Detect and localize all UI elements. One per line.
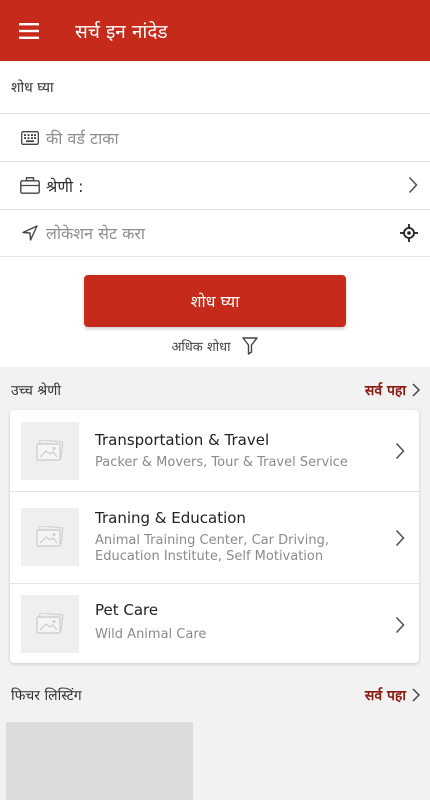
category-subtitle: Wild Animal Care bbox=[95, 627, 207, 642]
category-label: श्रेणी : bbox=[46, 176, 84, 196]
top-categories-title: उच्च श्रेणी bbox=[11, 382, 61, 399]
search-section-label: शोध घ्या bbox=[11, 80, 54, 96]
category-selector[interactable]: श्रेणी : bbox=[0, 161, 430, 209]
category-thumbnail bbox=[21, 508, 79, 566]
chevron-right-icon bbox=[412, 688, 420, 702]
category-title: Traning & Education bbox=[95, 509, 246, 527]
location-placeholder: लोकेशन सेट करा bbox=[46, 224, 146, 243]
see-all-categories-link[interactable]: सर्व पहा bbox=[365, 381, 420, 400]
location-field[interactable]: लोकेशन सेट करा bbox=[0, 209, 430, 257]
keyword-field[interactable]: की वर्ड टाका bbox=[0, 113, 430, 161]
search-button[interactable]: शोध घ्या bbox=[84, 275, 346, 327]
crosshair-icon bbox=[400, 224, 418, 242]
category-item[interactable]: Pet Care Wild Animal Care bbox=[10, 584, 419, 663]
chevron-right-icon bbox=[412, 383, 420, 397]
chevron-right-icon bbox=[395, 616, 405, 634]
top-categories-header: उच्च श्रेणी सर्व पहा bbox=[0, 375, 430, 405]
featured-listing-thumbnail[interactable] bbox=[6, 722, 193, 800]
keyboard-icon bbox=[21, 130, 39, 145]
featured-header: फिचर लिस्टिंग सर्व पहा bbox=[0, 680, 430, 710]
category-thumbnail bbox=[21, 422, 79, 480]
featured-title: फिचर लिस्टिंग bbox=[11, 687, 82, 704]
chevron-right-icon bbox=[408, 176, 418, 194]
category-title: Pet Care bbox=[95, 601, 159, 619]
keyword-placeholder: की वर्ड टाका bbox=[46, 128, 119, 148]
chevron-right-icon bbox=[395, 442, 405, 460]
image-placeholder-icon bbox=[36, 613, 64, 634]
chevron-right-icon bbox=[395, 529, 405, 547]
briefcase-icon bbox=[20, 177, 40, 194]
see-all-label: सर्व पहा bbox=[364, 382, 406, 399]
app-bar: सर्च इन नांदेड bbox=[0, 0, 430, 61]
category-thumbnail bbox=[21, 595, 79, 653]
category-title: Transportation & Travel bbox=[95, 431, 270, 449]
category-chevron bbox=[408, 176, 418, 198]
image-placeholder-icon bbox=[36, 440, 64, 461]
app-title: सर्च इन नांदेड bbox=[75, 20, 168, 43]
advanced-search-label: अधिक शोधा bbox=[171, 340, 231, 355]
image-placeholder-icon bbox=[36, 526, 64, 547]
category-subtitle: Animal Training Center, Car Driving, Edu… bbox=[95, 533, 329, 564]
see-all-label: सर्व पहा bbox=[364, 687, 406, 704]
navigation-arrow-icon bbox=[22, 225, 38, 241]
category-item[interactable]: Traning & Education Animal Training Cent… bbox=[10, 492, 419, 584]
current-location-button[interactable] bbox=[400, 224, 418, 246]
menu-icon bbox=[19, 22, 39, 39]
see-all-featured-link[interactable]: सर्व पहा bbox=[365, 686, 420, 705]
filter-icon bbox=[242, 337, 259, 355]
category-list: Transportation & Travel Packer & Movers,… bbox=[10, 410, 419, 663]
category-subtitle: Packer & Movers, Tour & Travel Service bbox=[95, 455, 348, 470]
menu-button[interactable] bbox=[0, 0, 58, 61]
advanced-search[interactable]: अधिक शोधा bbox=[0, 337, 430, 355]
category-item[interactable]: Transportation & Travel Packer & Movers,… bbox=[10, 410, 419, 492]
